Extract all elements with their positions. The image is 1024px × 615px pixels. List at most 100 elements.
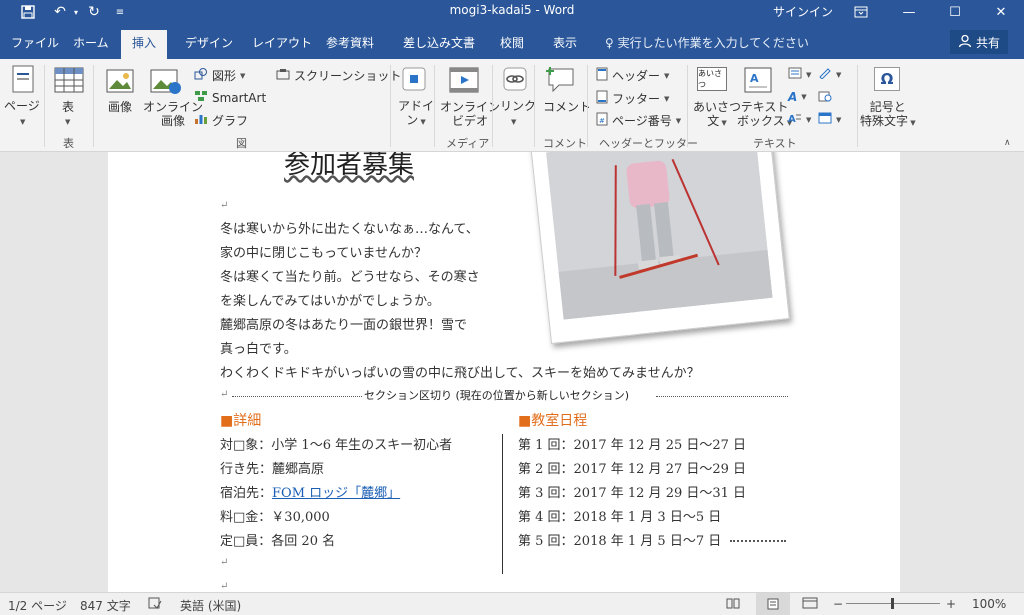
quick-parts-button[interactable]: ▼ xyxy=(788,67,811,82)
footer-button[interactable]: フッター ▼ xyxy=(596,90,669,107)
paragraph-mark: ↵ xyxy=(220,200,229,211)
online-video-button[interactable]: オンライン ビデオ xyxy=(440,100,500,128)
object-button[interactable]: ▼ xyxy=(818,112,841,127)
details-heading: ■詳細 xyxy=(220,413,262,429)
page-number-icon: # xyxy=(596,112,608,129)
online-video-line1: オンライン xyxy=(440,100,501,114)
shapes-button[interactable]: 図形 ▼ xyxy=(194,67,245,84)
zoom-in-icon[interactable]: + xyxy=(946,597,956,611)
group-label-text: テキスト xyxy=(753,137,797,150)
tab-layout[interactable]: レイアウト xyxy=(252,34,312,51)
date-time-button[interactable] xyxy=(818,90,832,105)
status-bar: 1/2 ページ 847 文字 英語 (米国) − + 100% xyxy=(0,592,1024,615)
group-label-media: メディア xyxy=(446,137,490,150)
table-dropdown-icon[interactable]: ▼ xyxy=(65,115,70,129)
chart-icon xyxy=(194,113,208,128)
drop-cap-button[interactable]: A ▼ xyxy=(788,112,811,127)
page-number-button[interactable]: # ページ番号 ▼ xyxy=(596,112,681,129)
language-indicator[interactable]: 英語 (米国) xyxy=(180,597,241,614)
smartart-icon xyxy=(194,90,208,105)
word-count[interactable]: 847 文字 xyxy=(80,597,131,614)
tab-file[interactable]: ファイル xyxy=(11,34,59,51)
zoom-slider-thumb[interactable] xyxy=(891,598,894,609)
date-time-icon xyxy=(818,90,832,105)
ribbon-separator xyxy=(93,65,94,147)
section-break-label: セクション区切り (現在の位置から新しいセクション) xyxy=(364,389,630,402)
signature-line-button[interactable]: ▼ xyxy=(818,67,841,82)
addin-button[interactable]: アドイ ン ▼ xyxy=(398,99,434,129)
header-label: ヘッダー xyxy=(612,69,661,83)
header-dropdown-icon: ▼ xyxy=(664,71,670,80)
picture-icon xyxy=(106,67,136,98)
detail-label: 料□金： xyxy=(220,510,272,525)
close-button[interactable]: ✕ xyxy=(978,0,1024,24)
web-layout-icon[interactable] xyxy=(802,597,818,612)
proofing-icon[interactable] xyxy=(148,597,162,612)
document-page[interactable]: 参加者募集 ↵ 冬は寒いから外に出たくないなぁ…なんて、 家の中に閉じこもってい… xyxy=(108,152,900,592)
addin-line1: アドイ xyxy=(398,99,435,113)
tab-view[interactable]: 表示 xyxy=(553,34,577,51)
textbox-line1: テキスト xyxy=(740,100,789,114)
ribbon-separator xyxy=(687,65,688,147)
ribbon-insert: ページ ▼ 表 ▼ 表 画像 オンライン 画像 図形 ▼ スクリーンショット ▼… xyxy=(0,59,1024,152)
zoom-out-icon[interactable]: − xyxy=(833,597,843,611)
section-break-line-left xyxy=(232,396,362,397)
comment-button[interactable]: コメント xyxy=(543,100,591,114)
textbox-button[interactable]: テキスト ボックス ▼ xyxy=(737,100,792,130)
collapse-ribbon-icon[interactable]: ∧ xyxy=(1004,138,1011,148)
tab-home[interactable]: ホーム xyxy=(73,34,109,51)
ribbon-display-options-icon[interactable] xyxy=(838,0,884,24)
maximize-button[interactable]: ☐ xyxy=(932,0,978,24)
read-mode-icon[interactable] xyxy=(726,597,740,612)
online-video-icon xyxy=(449,67,479,96)
page-count[interactable]: 1/2 ページ xyxy=(8,597,67,614)
share-button[interactable]: 共有 xyxy=(950,30,1008,54)
tab-references[interactable]: 参考資料 xyxy=(326,34,374,51)
symbol-button[interactable]: 記号と 特殊文字 ▼ xyxy=(860,100,916,130)
sign-in-link[interactable]: サインイン xyxy=(773,3,833,20)
tab-review[interactable]: 校閲 xyxy=(500,34,524,51)
group-label-table: 表 xyxy=(63,137,74,150)
header-button[interactable]: ヘッダー ▼ xyxy=(596,67,669,84)
greeting-button[interactable]: あいさつ 文 ▼ xyxy=(693,100,741,130)
body-line: 冬は寒いから外に出たくないなぁ…なんて、 xyxy=(220,222,479,237)
table-button[interactable]: 表 xyxy=(62,100,74,114)
wordart-dropdown-icon: ▼ xyxy=(801,93,807,101)
schedule-row: 第 4 回：2018 年 1 月 3 日～5 日 xyxy=(518,510,722,525)
paragraph-mark: ↵ xyxy=(220,581,229,592)
link-button[interactable]: リンク xyxy=(500,99,536,113)
detail-label: 対□象： xyxy=(220,438,272,453)
chart-button[interactable]: グラフ xyxy=(194,112,248,129)
print-layout-icon[interactable] xyxy=(756,593,790,615)
chart-label: グラフ xyxy=(212,114,249,128)
zoom-level[interactable]: 100% xyxy=(972,597,1006,611)
paragraph-mark: ↵ xyxy=(220,557,229,568)
smartart-label: SmartArt xyxy=(212,90,267,105)
wordart-button[interactable]: A ▼ xyxy=(788,90,807,104)
quick-parts-dropdown-icon: ▼ xyxy=(806,70,812,79)
footer-dropdown-icon: ▼ xyxy=(664,94,670,103)
tell-me-search[interactable]: ♀ 実行したい作業を入力してください xyxy=(605,34,809,51)
tell-me-label: 実行したい作業を入力してください xyxy=(617,36,809,50)
drop-cap-icon: A xyxy=(788,112,802,127)
tab-design[interactable]: デザイン xyxy=(185,34,233,51)
quick-parts-icon xyxy=(788,67,802,82)
footer-label: フッター xyxy=(612,92,661,106)
detail-value: ￥30,000 xyxy=(271,510,330,525)
link-dropdown-icon[interactable]: ▼ xyxy=(511,115,516,129)
tab-insert[interactable]: 挿入 xyxy=(121,30,168,59)
tab-mailings[interactable]: 差し込み文書 xyxy=(403,34,475,51)
svg-text:A: A xyxy=(750,72,759,85)
smartart-button[interactable]: SmartArt xyxy=(194,90,266,105)
pages-button[interactable]: ページ xyxy=(4,99,40,113)
skier-photo[interactable] xyxy=(530,152,790,344)
link-icon xyxy=(503,67,527,94)
addin-icon xyxy=(402,67,426,94)
pages-dropdown-icon[interactable]: ▼ xyxy=(20,115,25,129)
minimize-button[interactable]: — xyxy=(886,0,932,24)
ribbon-tabs: ファイル ホーム 挿入 デザイン レイアウト 参考資料 差し込み文書 校閲 表示… xyxy=(0,24,1024,59)
detail-row: 宿泊先：FOM ロッジ「麓郷」 xyxy=(220,482,400,501)
section-break-line-right xyxy=(656,396,788,397)
lodge-link[interactable]: FOM ロッジ「麓郷」 xyxy=(272,486,400,501)
picture-button[interactable]: 画像 xyxy=(108,100,132,114)
